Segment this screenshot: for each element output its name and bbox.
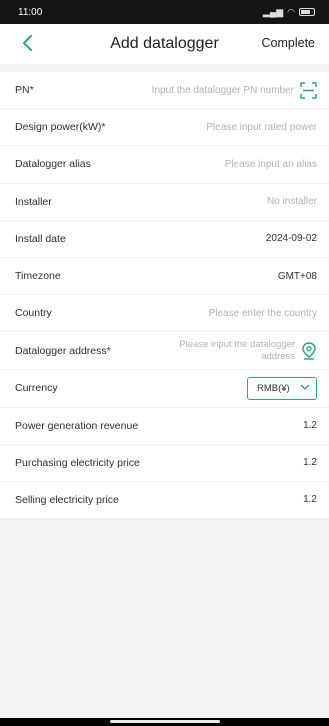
alias-row[interactable]: Datalogger alias Please input an alias [0,146,329,184]
install-date-value[interactable]: 2024-09-02 [266,233,317,244]
pn-label: PN* [15,84,34,97]
installer-row[interactable]: Installer No installer [0,184,329,221]
design-power-input[interactable]: Please input rated power [206,122,317,133]
selling-price-label: Selling electricity price [15,493,119,506]
home-indicator[interactable] [110,720,220,723]
scan-icon[interactable] [300,81,317,99]
alias-label: Datalogger alias [15,158,91,171]
revenue-row[interactable]: Power generation revenue 1.2 [0,408,329,445]
currency-label: Currency [15,382,58,395]
status-bar: 11:00 ▂▄▆ ◠ [0,0,329,24]
purchase-price-row[interactable]: Purchasing electricity price 1.2 [0,445,329,482]
chevron-left-icon[interactable] [16,31,40,57]
timezone-label: Timezone [15,270,61,283]
selling-price-row[interactable]: Selling electricity price 1.2 [0,482,329,520]
home-indicator-bar [0,718,329,726]
selling-price-value[interactable]: 1.2 [303,494,317,505]
install-date-row[interactable]: Install date 2024-09-02 [0,221,329,258]
pn-row[interactable]: PN* Input the datalogger PN number [0,72,329,110]
top-nav: Add datalogger Complete [0,24,329,64]
address-row[interactable]: Datalogger address* Please input the dat… [0,332,329,371]
install-date-label: Install date [15,232,66,245]
datalogger-form: PN* Input the datalogger PN number Desig… [0,72,329,520]
currency-row: Currency RMB(¥) [0,370,329,408]
signal-icon: ▂▄▆ [262,6,284,17]
location-pin-icon[interactable] [301,342,317,360]
purchase-price-value[interactable]: 1.2 [303,457,317,468]
address-input[interactable]: Please input the datalogger address [177,339,295,363]
address-label: Datalogger address* [15,344,111,357]
wifi-icon: ◠ [287,6,295,17]
status-icons: ▂▄▆ ◠ [263,7,315,18]
battery-icon [299,8,315,16]
country-input[interactable]: Please enter the country [209,308,317,319]
currency-selected-value: RMB(¥) [257,382,290,394]
revenue-value[interactable]: 1.2 [303,420,317,431]
country-label: Country [15,307,52,320]
timezone-value[interactable]: GMT+08 [278,271,317,282]
design-power-row[interactable]: Design power(kW)* Please input rated pow… [0,109,329,147]
installer-value[interactable]: No installer [267,196,317,207]
purchase-price-label: Purchasing electricity price [15,456,140,469]
complete-button[interactable]: Complete [262,36,316,50]
revenue-label: Power generation revenue [15,419,139,432]
currency-select[interactable]: RMB(¥) [247,376,317,400]
installer-label: Installer [15,195,52,208]
status-time: 11:00 [18,6,43,18]
pn-input[interactable]: Input the datalogger PN number [152,85,294,96]
alias-input[interactable]: Please input an alias [225,159,317,170]
timezone-row[interactable]: Timezone GMT+08 [0,258,329,296]
chevron-down-icon [300,383,310,394]
country-row[interactable]: Country Please enter the country [0,295,329,333]
design-power-label: Design power(kW)* [15,121,106,134]
